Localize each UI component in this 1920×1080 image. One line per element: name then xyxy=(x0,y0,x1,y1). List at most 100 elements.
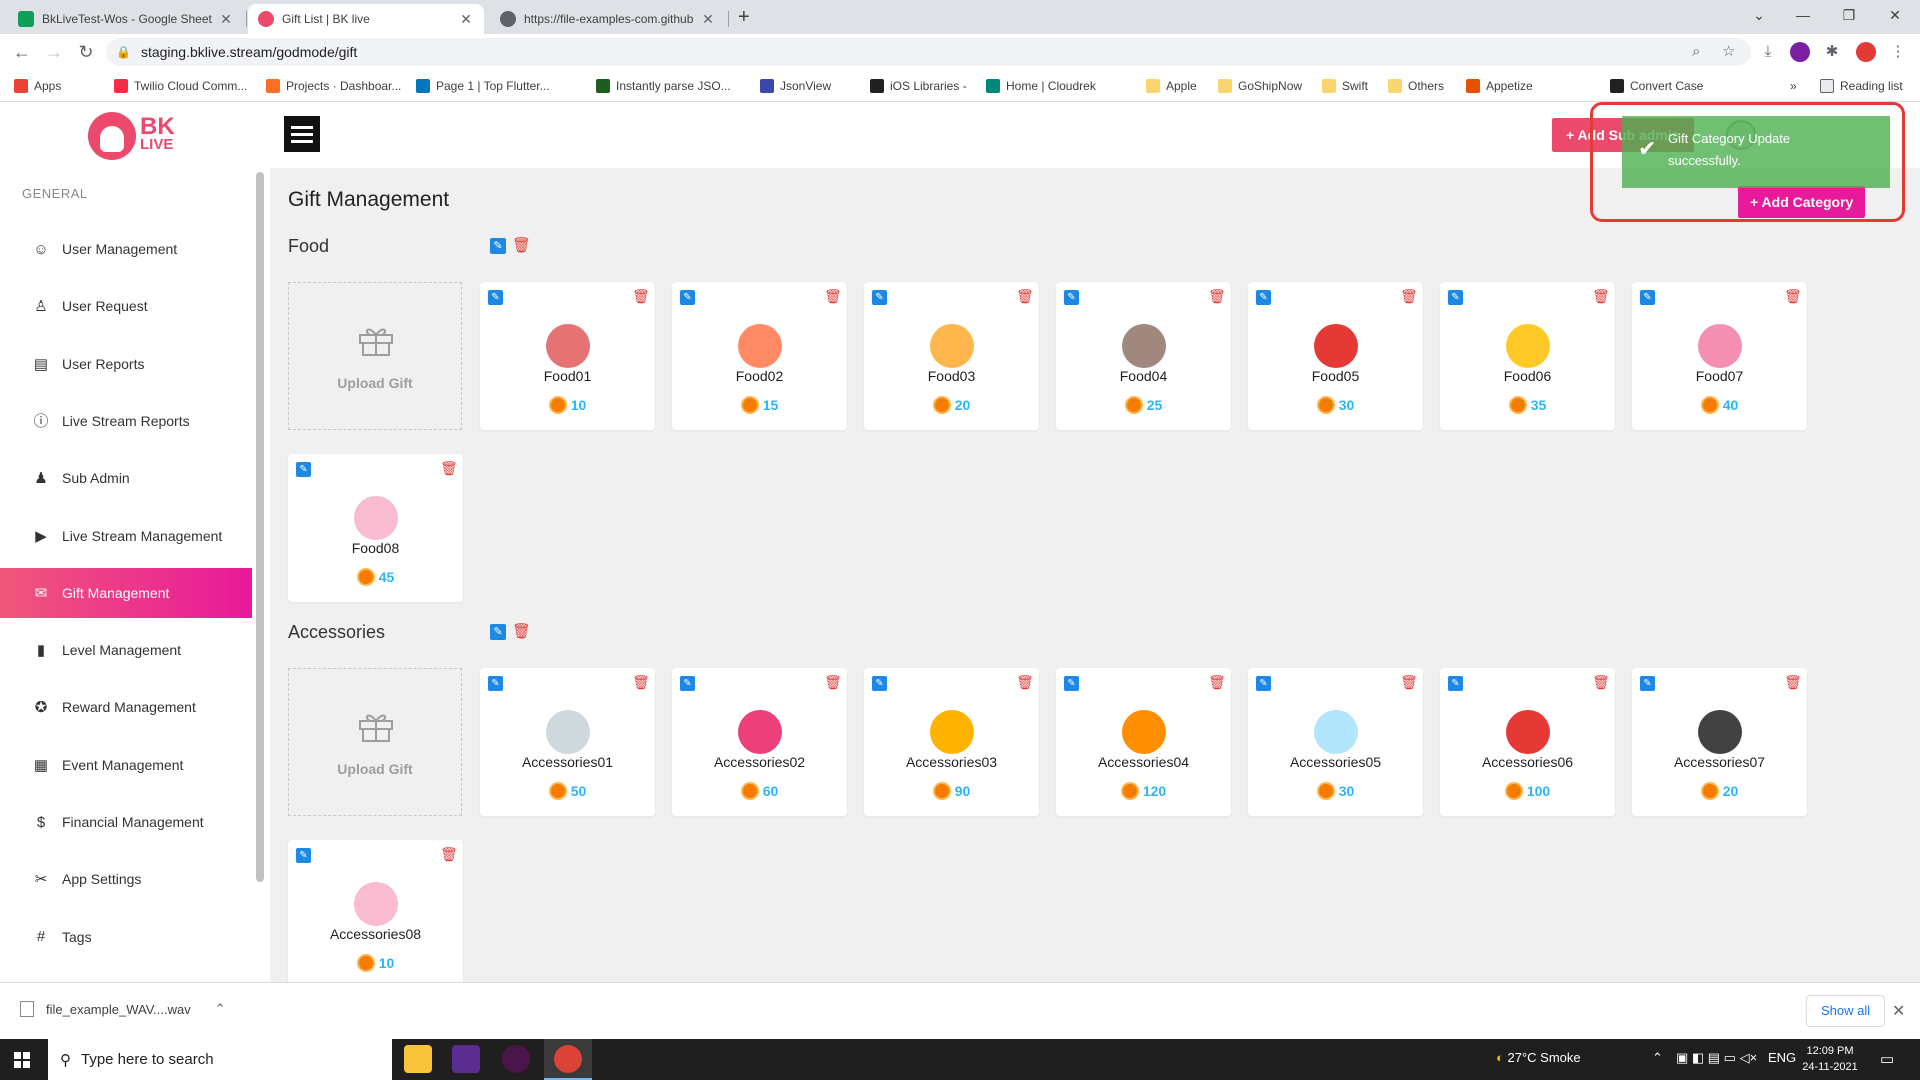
extensions-puzzle-icon[interactable]: ✱ xyxy=(1822,42,1842,62)
delete-category-icon[interactable]: 🗑 xyxy=(512,238,531,254)
gift-card[interactable]: ✎ 🗑 Accessories06 100 xyxy=(1440,668,1615,816)
edit-gift-icon[interactable]: ✎ xyxy=(680,676,695,691)
delete-gift-icon[interactable]: 🗑 xyxy=(1592,674,1610,690)
edit-gift-icon[interactable]: ✎ xyxy=(488,290,503,305)
sidebar-item-sub-admin[interactable]: ♟ Sub Admin xyxy=(0,453,252,503)
bookmark-item[interactable]: iOS Libraries - xyxy=(870,77,967,95)
tray-chevron-icon[interactable]: ⌃ xyxy=(1652,1050,1663,1066)
slack-icon[interactable] xyxy=(502,1045,530,1073)
sidebar-item-user-request[interactable]: ♙ User Request xyxy=(0,281,252,331)
gift-card[interactable]: ✎ 🗑 Food03 20 xyxy=(864,282,1039,430)
file-explorer-icon[interactable] xyxy=(404,1045,432,1073)
extension-icon[interactable] xyxy=(1790,42,1810,62)
tab-search-icon[interactable]: ⌄ xyxy=(1737,0,1781,30)
sidebar-item-financial-management[interactable]: $ Financial Management xyxy=(0,797,252,847)
bookmark-item[interactable]: Appetize xyxy=(1466,77,1533,95)
delete-gift-icon[interactable]: 🗑 xyxy=(1400,288,1418,304)
chevron-up-icon[interactable]: ⌃ xyxy=(215,1001,226,1017)
bookmark-item[interactable]: Instantly parse JSO... xyxy=(596,77,731,95)
bookmark-item[interactable]: GoShipNow xyxy=(1218,77,1302,95)
tab-file-examples[interactable]: https://file-examples-com.github. ✕ xyxy=(490,4,726,34)
delete-gift-icon[interactable]: 🗑 xyxy=(1592,288,1610,304)
gift-card[interactable]: ✎ 🗑 Food02 15 xyxy=(672,282,847,430)
bookmark-star-icon[interactable]: ☆ xyxy=(1722,38,1735,66)
upload-gift-tile[interactable]: Upload Gift xyxy=(288,668,462,816)
gift-card[interactable]: ✎ 🗑 Food06 35 xyxy=(1440,282,1615,430)
app-logo[interactable]: BK LIVE xyxy=(88,112,175,160)
bookmark-item[interactable]: Convert Case xyxy=(1610,77,1703,95)
delete-gift-icon[interactable]: 🗑 xyxy=(824,674,842,690)
new-tab-button[interactable]: + xyxy=(738,6,750,29)
gift-card[interactable]: ✎ 🗑 Food08 45 xyxy=(288,454,463,602)
reading-list-button[interactable]: Reading list xyxy=(1820,77,1903,95)
gift-card[interactable]: ✎ 🗑 Accessories02 60 xyxy=(672,668,847,816)
hamburger-menu-icon[interactable] xyxy=(284,116,320,152)
delete-category-icon[interactable]: 🗑 xyxy=(512,624,531,640)
bookmark-item[interactable]: Projects · Dashboar... xyxy=(266,77,401,95)
gift-card[interactable]: ✎ 🗑 Accessories07 20 xyxy=(1632,668,1807,816)
bookmark-item[interactable]: Twilio Cloud Comm... xyxy=(114,77,247,95)
bookmark-item[interactable]: Swift xyxy=(1322,77,1368,95)
back-icon[interactable]: ← xyxy=(10,40,34,64)
reload-icon[interactable]: ↻ xyxy=(74,40,98,64)
sidebar-item-event-management[interactable]: ▦ Event Management xyxy=(0,740,252,790)
bookmarks-overflow-icon[interactable]: » xyxy=(1790,77,1797,95)
edit-category-icon[interactable]: ✎ xyxy=(490,624,506,640)
bookmark-item[interactable]: Page 1 | Top Flutter... xyxy=(416,77,550,95)
weather-widget[interactable]: ◐ 27°C Smoke xyxy=(1496,1050,1581,1065)
close-tab-icon[interactable]: ✕ xyxy=(700,11,716,28)
notification-icon[interactable]: ▭ xyxy=(1880,1050,1894,1068)
gift-card[interactable]: ✎ 🗑 Food01 10 xyxy=(480,282,655,430)
edit-gift-icon[interactable]: ✎ xyxy=(680,290,695,305)
sidebar-item-app-settings[interactable]: ✂ App Settings xyxy=(0,854,252,904)
gift-card[interactable]: ✎ 🗑 Food05 30 xyxy=(1248,282,1423,430)
delete-gift-icon[interactable]: 🗑 xyxy=(1784,674,1802,690)
taskbar-search[interactable]: ⚲ Type here to search xyxy=(48,1039,392,1080)
address-bar[interactable]: 🔒 staging.bklive.stream/godmode/gift ⌕ ☆ xyxy=(106,38,1751,66)
gift-card[interactable]: ✎ 🗑 Food07 40 xyxy=(1632,282,1807,430)
edit-gift-icon[interactable]: ✎ xyxy=(1640,676,1655,691)
edit-gift-icon[interactable]: ✎ xyxy=(488,676,503,691)
sidebar-item-tags[interactable]: # Tags xyxy=(0,912,252,962)
edit-gift-icon[interactable]: ✎ xyxy=(1448,676,1463,691)
forward-icon[interactable]: → xyxy=(42,40,66,64)
sidebar-item-user-reports[interactable]: ▤ User Reports xyxy=(0,339,252,389)
profile-avatar[interactable] xyxy=(1856,42,1876,62)
bookmark-item[interactable]: Others xyxy=(1388,77,1444,95)
restore-button[interactable]: ❐ xyxy=(1827,0,1871,30)
delete-gift-icon[interactable]: 🗑 xyxy=(1208,288,1226,304)
gift-card[interactable]: ✎ 🗑 Food04 25 xyxy=(1056,282,1231,430)
sidebar-scrollbar[interactable] xyxy=(256,172,264,882)
delete-gift-icon[interactable]: 🗑 xyxy=(632,288,650,304)
edit-gift-icon[interactable]: ✎ xyxy=(1064,676,1079,691)
tab-google-sheets[interactable]: BkLiveTest-Wos - Google Sheets ✕ xyxy=(8,4,244,34)
gift-card[interactable]: ✎ 🗑 Accessories03 90 xyxy=(864,668,1039,816)
close-tab-icon[interactable]: ✕ xyxy=(458,11,474,28)
gift-card[interactable]: ✎ 🗑 Accessories01 50 xyxy=(480,668,655,816)
bookmark-item[interactable]: Apps xyxy=(14,77,61,95)
gift-card[interactable]: ✎ 🗑 Accessories04 120 xyxy=(1056,668,1231,816)
sidebar-item-live-stream-management[interactable]: ▶ Live Stream Management xyxy=(0,511,252,561)
editor-app-icon[interactable] xyxy=(452,1045,480,1073)
sidebar-item-gift-management[interactable]: ✉ Gift Management xyxy=(0,567,252,618)
sidebar-item-live-stream-reports[interactable]: ⓘ Live Stream Reports xyxy=(0,396,252,446)
language-indicator[interactable]: ENG xyxy=(1768,1050,1796,1065)
menu-kebab-icon[interactable]: ⋮ xyxy=(1888,42,1908,62)
download-icon[interactable]: ⤓ xyxy=(1758,42,1778,62)
gift-card[interactable]: ✎ 🗑 Accessories08 10 xyxy=(288,840,463,982)
bookmark-item[interactable]: Apple xyxy=(1146,77,1197,95)
close-downloads-icon[interactable]: ✕ xyxy=(1892,1001,1905,1021)
windows-start-icon[interactable] xyxy=(14,1052,30,1068)
taskbar-clock[interactable]: 12:09 PM 24-11-2021 xyxy=(1800,1043,1860,1075)
edit-category-icon[interactable]: ✎ xyxy=(490,238,506,254)
bookmark-item[interactable]: Home | Cloudrek xyxy=(986,77,1096,95)
sidebar-item-reward-management[interactable]: ✪ Reward Management xyxy=(0,682,252,732)
delete-gift-icon[interactable]: 🗑 xyxy=(824,288,842,304)
edit-gift-icon[interactable]: ✎ xyxy=(1256,290,1271,305)
taskbar-chrome-active[interactable] xyxy=(544,1039,592,1080)
bookmark-item[interactable]: JsonView xyxy=(760,77,831,95)
edit-gift-icon[interactable]: ✎ xyxy=(872,676,887,691)
sidebar-item-level-management[interactable]: ▮ Level Management xyxy=(0,625,252,675)
gift-card[interactable]: ✎ 🗑 Accessories05 30 xyxy=(1248,668,1423,816)
edit-gift-icon[interactable]: ✎ xyxy=(1064,290,1079,305)
